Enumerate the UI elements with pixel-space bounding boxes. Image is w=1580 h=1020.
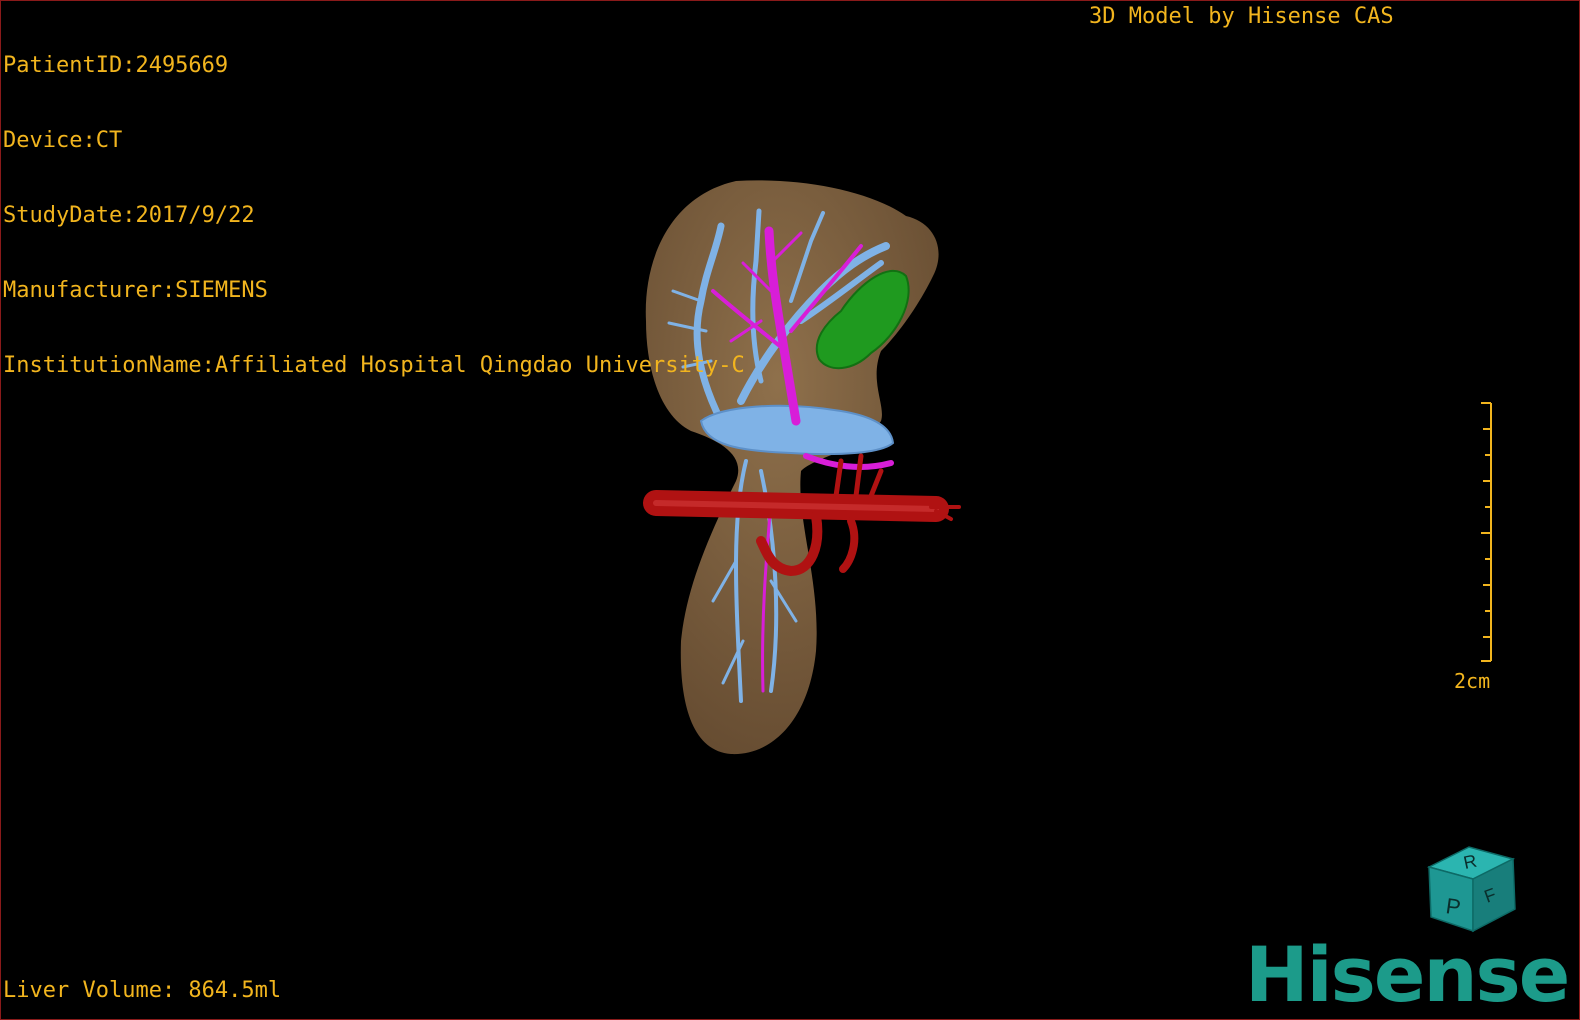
hisense-logo: Hisense (1245, 930, 1570, 1019)
patient-id-label: PatientID:2495669 (3, 53, 229, 78)
institution-label: InstitutionName:Affiliated Hospital Qing… (3, 353, 745, 378)
scale-bar-label: 2cm (1454, 669, 1491, 693)
orientation-cube[interactable]: R P F (1423, 843, 1523, 935)
liver-volume-label: Liver Volume: 864.5ml (3, 978, 282, 1003)
scale-bar (1481, 402, 1492, 662)
model-credit-label: 3D Model by Hisense CAS (1089, 4, 1394, 29)
manufacturer-label: Manufacturer:SIEMENS (3, 278, 268, 303)
study-date-label: StudyDate:2017/9/22 (3, 203, 255, 228)
3d-render-viewport[interactable]: PatientID:2495669 Device:CT StudyDate:20… (0, 0, 1580, 1020)
device-label: Device:CT (3, 128, 123, 153)
patient-info-overlay: PatientID:2495669 Device:CT StudyDate:20… (3, 3, 745, 428)
